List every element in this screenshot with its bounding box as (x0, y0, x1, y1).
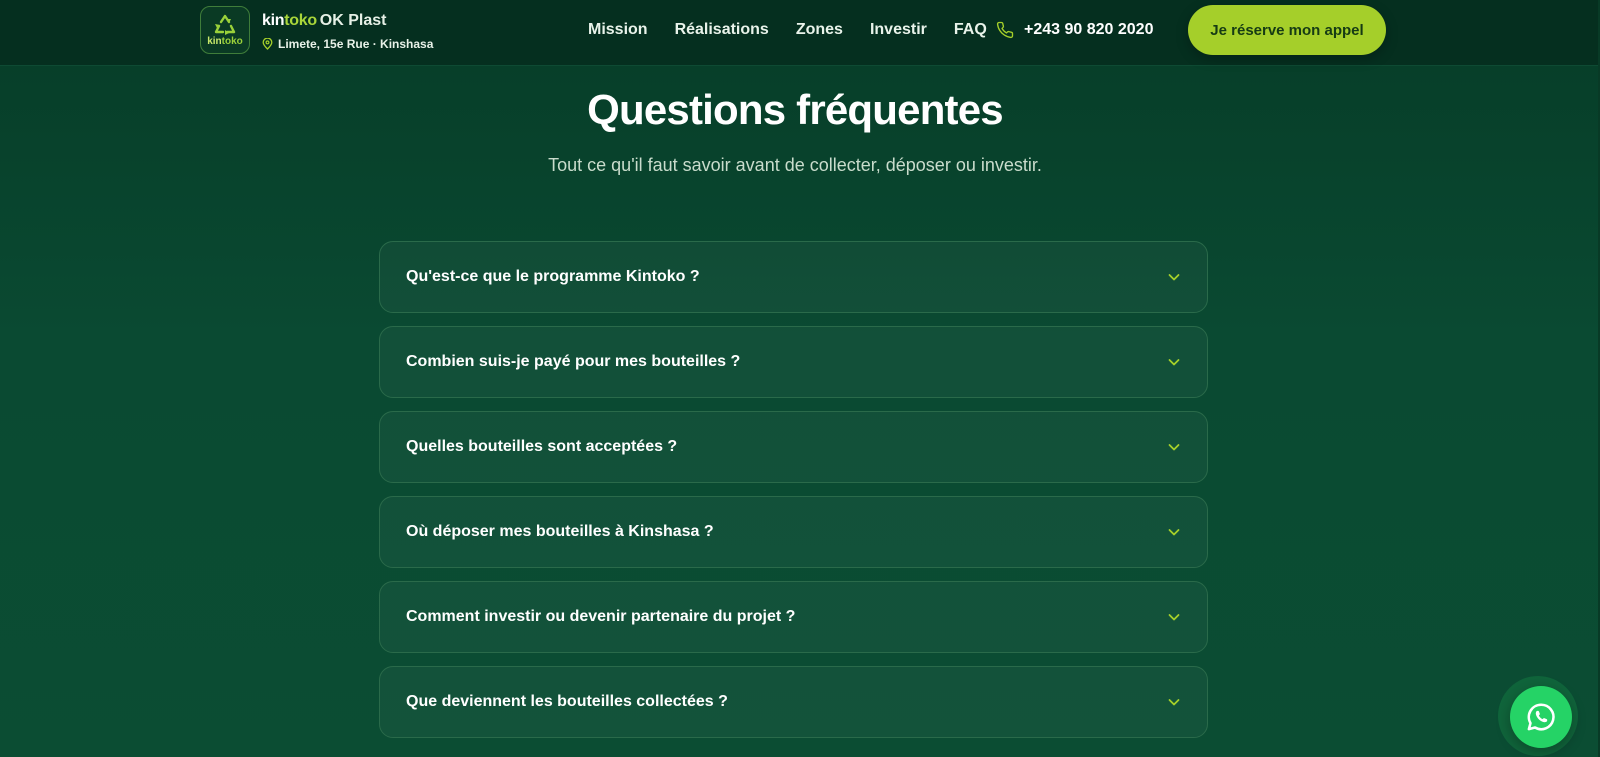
faq-question: Combien suis-je payé pour mes bouteilles… (406, 353, 741, 370)
brand-toko: toko (284, 12, 317, 29)
logo-wordmark-kin: kin (207, 35, 222, 47)
faq-item[interactable]: Combien suis-je payé pour mes bouteilles… (379, 326, 1208, 398)
faq-question: Qu'est-ce que le programme Kintoko ? (406, 268, 700, 285)
whatsapp-icon (1527, 703, 1555, 731)
faq-item[interactable]: Comment investir ou devenir partenaire d… (379, 581, 1208, 653)
brand-suffix: OK Plast (319, 12, 387, 29)
faq-item[interactable]: Où déposer mes bouteilles à Kinshasa ? (379, 496, 1208, 568)
logo-wordmark-toko: toko (221, 35, 243, 47)
chevron-down-icon (1168, 529, 1180, 536)
site-header: kintoko kintoko OK Plast Limete, 15e Rue … (0, 0, 1600, 66)
faq-question: Où déposer mes bouteilles à Kinshasa ? (406, 523, 714, 540)
address: Limete, 15e Rue · Kinshasa (262, 36, 433, 52)
nav-link-faq[interactable]: FAQ (954, 21, 987, 39)
whatsapp-button[interactable] (1510, 686, 1572, 748)
address-text: Limete, 15e Rue · Kinshasa (278, 37, 434, 51)
nav-link-mission[interactable]: Mission (588, 21, 648, 39)
faq-question: Que deviennent les bouteilles collectées… (406, 693, 728, 710)
brand-name[interactable]: kintoko OK Plast (262, 12, 386, 34)
faq-list: Qu'est-ce que le programme Kintoko ? Com… (379, 241, 1208, 751)
chevron-down-icon (1168, 274, 1180, 281)
faq-item[interactable]: Que deviennent les bouteilles collectées… (379, 666, 1208, 738)
faq-question: Quelles bouteilles sont acceptées ? (406, 438, 678, 455)
section-title: Questions fréquentes (587, 86, 1004, 133)
faq-item[interactable]: Qu'est-ce que le programme Kintoko ? (379, 241, 1208, 313)
phone-number: +243 90 820 2020 (1024, 21, 1154, 38)
book-call-button[interactable]: Je réserve mon appel (1188, 5, 1386, 55)
chevron-down-icon (1168, 359, 1180, 366)
brand-kin: kin (262, 12, 285, 29)
logo-wordmark: kintoko (207, 35, 243, 47)
section-subtitle: Tout ce qu'il faut savoir avant de colle… (548, 155, 1042, 175)
main-nav: Mission Réalisations Zones Investir FAQ (588, 18, 987, 42)
logo[interactable]: kintoko (200, 6, 250, 54)
faq-item[interactable]: Quelles bouteilles sont acceptées ? (379, 411, 1208, 483)
phone-icon (996, 21, 1014, 39)
chevron-down-icon (1168, 699, 1180, 706)
location-pin-icon (262, 38, 273, 50)
nav-link-zones[interactable]: Zones (796, 21, 843, 39)
nav-link-realisations[interactable]: Réalisations (675, 21, 769, 39)
nav-link-investir[interactable]: Investir (870, 21, 927, 39)
chevron-down-icon (1168, 444, 1180, 451)
faq-question: Comment investir ou devenir partenaire d… (406, 608, 796, 625)
page: kintoko kintoko OK Plast Limete, 15e Rue … (0, 0, 1600, 757)
phone-link[interactable]: +243 90 820 2020 (996, 18, 1153, 42)
recycle-icon (214, 14, 236, 35)
chevron-down-icon (1168, 614, 1180, 621)
